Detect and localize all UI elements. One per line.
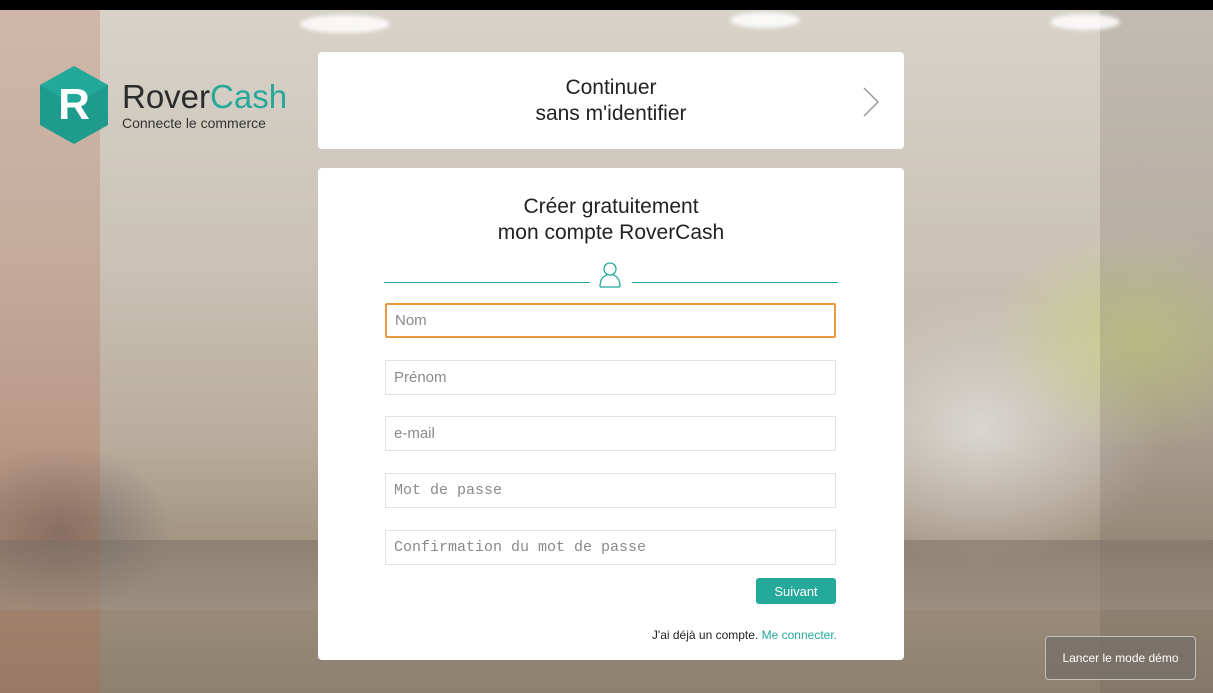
brand-name-part1: Rover (122, 78, 211, 115)
divider-line-right (632, 282, 838, 283)
ceiling-light (730, 12, 800, 28)
ceiling-light (1050, 14, 1120, 30)
brand-name-part2: Cash (210, 78, 288, 115)
login-link[interactable]: Me connecter. (762, 628, 837, 642)
continue-without-login-button[interactable]: Continuer sans m'identifier (318, 52, 904, 149)
user-icon (596, 260, 624, 293)
demo-mode-button[interactable]: Lancer le mode démo (1045, 636, 1196, 680)
continue-line2: sans m'identifier (535, 101, 687, 125)
password-confirm-input[interactable] (385, 530, 836, 565)
password-input[interactable] (385, 473, 836, 508)
section-divider (384, 260, 838, 288)
ceiling-light (300, 15, 390, 33)
last-name-input[interactable] (385, 303, 836, 338)
logo-letter: R (58, 80, 90, 129)
signup-title: Créer gratuitement mon compte RoverCash (318, 194, 904, 247)
continue-line1: Continuer (565, 76, 657, 100)
brand-name: RoverCash (122, 80, 287, 113)
brand-tagline: Connecte le commerce (122, 115, 266, 131)
signup-form: Créer gratuitement mon compte RoverCash … (318, 168, 904, 660)
brand-logo: R RoverCash Connecte le commerce (38, 60, 308, 150)
chevron-right-icon (862, 86, 880, 123)
login-prompt: J'ai déjà un compte. Me connecter. (652, 628, 837, 642)
first-name-input[interactable] (385, 360, 836, 395)
signup-title-line1: Créer gratuitement (523, 195, 699, 218)
next-button[interactable]: Suivant (756, 578, 836, 604)
signup-title-line2: mon compte RoverCash (497, 221, 725, 245)
email-input[interactable] (385, 416, 836, 451)
logo-hexagon-icon: R (38, 64, 110, 146)
login-prompt-text: J'ai déjà un compte. (651, 628, 759, 642)
divider-line-left (384, 282, 590, 283)
